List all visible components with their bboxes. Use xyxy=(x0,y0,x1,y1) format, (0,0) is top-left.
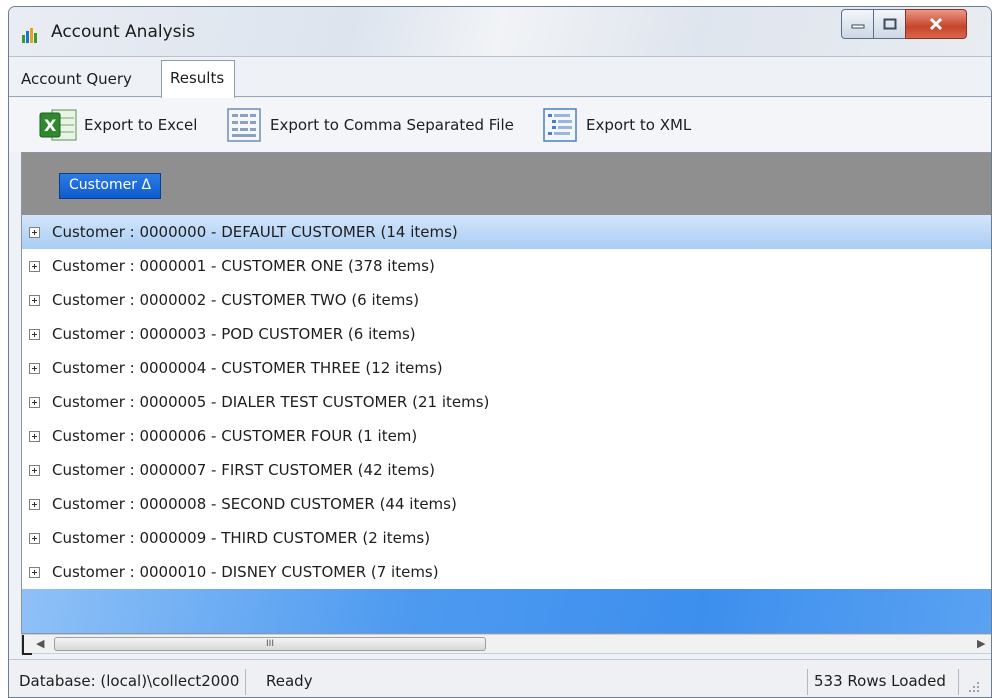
expand-icon[interactable] xyxy=(29,396,40,408)
csv-file-icon xyxy=(223,104,265,146)
expand-icon[interactable] xyxy=(29,464,40,476)
expand-icon[interactable] xyxy=(29,498,40,510)
status-state: Ready xyxy=(266,672,313,690)
grid-empty-area xyxy=(22,589,991,633)
export-csv-button[interactable]: Export to Comma Separated File xyxy=(223,104,514,146)
group-row[interactable]: Customer : 0000005 - DIALER TEST CUSTOME… xyxy=(22,385,991,419)
group-row[interactable]: Customer : 0000000 - DEFAULT CUSTOMER (1… xyxy=(22,215,991,249)
maximize-icon xyxy=(883,18,896,30)
expand-icon[interactable] xyxy=(29,260,40,272)
export-csv-label: Export to Comma Separated File xyxy=(270,116,514,134)
account-analysis-window: Account Analysis Account Query Results X xyxy=(8,6,992,698)
export-xml-label: Export to XML xyxy=(586,116,692,134)
excel-icon: X xyxy=(37,104,79,146)
group-row[interactable]: Customer : 0000009 - THIRD CUSTOMER (2 i… xyxy=(22,521,991,555)
group-row[interactable]: Customer : 0000001 - CUSTOMER ONE (378 i… xyxy=(22,249,991,283)
scroll-corner xyxy=(22,635,32,655)
title-bar: Account Analysis xyxy=(9,7,991,57)
group-row-label: Customer : 0000002 - CUSTOMER TWO (6 ite… xyxy=(52,291,420,309)
window-title: Account Analysis xyxy=(51,22,196,42)
group-row[interactable]: Customer : 0000010 - DISNEY CUSTOMER (7 … xyxy=(22,555,991,589)
group-row-label: Customer : 0000007 - FIRST CUSTOMER (42 … xyxy=(52,461,435,479)
status-rows-loaded: 533 Rows Loaded xyxy=(807,669,959,695)
group-row-label: Customer : 0000009 - THIRD CUSTOMER (2 i… xyxy=(52,529,431,547)
group-row[interactable]: Customer : 0000003 - POD CUSTOMER (6 ite… xyxy=(22,317,991,351)
status-bar: Database: (local)\collect2000 Ready 533 … xyxy=(9,659,991,697)
resize-grip-icon[interactable] xyxy=(967,680,981,694)
chart-icon xyxy=(22,28,37,43)
close-icon xyxy=(929,17,943,31)
tab-strip: Account Query Results xyxy=(9,59,991,98)
group-rows: Customer : 0000000 - DEFAULT CUSTOMER (1… xyxy=(22,215,991,589)
group-row[interactable]: Customer : 0000004 - CUSTOMER THREE (12 … xyxy=(22,351,991,385)
results-grid: Customer Δ Customer : 0000000 - DEFAULT … xyxy=(21,152,991,634)
expand-icon[interactable] xyxy=(29,226,40,238)
tab-account-query[interactable]: Account Query xyxy=(21,70,132,88)
group-row-label: Customer : 0000006 - CUSTOMER FOUR (1 it… xyxy=(52,427,418,445)
group-row-label: Customer : 0000008 - SECOND CUSTOMER (44… xyxy=(52,495,457,513)
group-row-label: Customer : 0000005 - DIALER TEST CUSTOME… xyxy=(52,393,490,411)
group-row-label: Customer : 0000004 - CUSTOMER THREE (12 … xyxy=(52,359,443,377)
export-excel-button[interactable]: X Export to Excel xyxy=(37,104,197,146)
tab-results[interactable]: Results xyxy=(161,60,236,98)
export-excel-label: Export to Excel xyxy=(84,116,198,134)
group-by-panel: Customer Δ xyxy=(22,153,991,215)
status-database: Database: (local)\collect2000 xyxy=(13,669,247,695)
group-row-label: Customer : 0000000 - DEFAULT CUSTOMER (1… xyxy=(52,223,458,241)
expand-icon[interactable] xyxy=(29,532,40,544)
horizontal-scrollbar[interactable]: ◀ III ▶ xyxy=(21,634,991,655)
group-row[interactable]: Customer : 0000002 - CUSTOMER TWO (6 ite… xyxy=(22,283,991,317)
group-row[interactable]: Customer : 0000008 - SECOND CUSTOMER (44… xyxy=(22,487,991,521)
expand-icon[interactable] xyxy=(29,566,40,578)
close-button[interactable] xyxy=(905,9,967,39)
group-row[interactable]: Customer : 0000007 - FIRST CUSTOMER (42 … xyxy=(22,453,991,487)
group-row[interactable]: Customer : 0000006 - CUSTOMER FOUR (1 it… xyxy=(22,419,991,453)
expand-icon[interactable] xyxy=(29,362,40,374)
expand-icon[interactable] xyxy=(29,294,40,306)
scroll-right-icon[interactable]: ▶ xyxy=(977,637,985,650)
scroll-left-icon[interactable]: ◀ xyxy=(36,637,44,650)
minimize-button[interactable] xyxy=(841,9,874,39)
export-toolbar: X Export to Excel Export to Comma Separa… xyxy=(9,98,991,152)
maximize-button[interactable] xyxy=(873,9,906,39)
group-row-label: Customer : 0000003 - POD CUSTOMER (6 ite… xyxy=(52,325,416,343)
expand-icon[interactable] xyxy=(29,328,40,340)
group-row-label: Customer : 0000010 - DISNEY CUSTOMER (7 … xyxy=(52,563,439,581)
scroll-thumb[interactable]: III xyxy=(54,637,486,651)
export-xml-button[interactable]: Export to XML xyxy=(539,104,691,146)
group-by-customer-chip[interactable]: Customer Δ xyxy=(59,173,162,199)
minimize-icon xyxy=(851,24,864,29)
group-row-label: Customer : 0000001 - CUSTOMER ONE (378 i… xyxy=(52,257,435,275)
xml-file-icon xyxy=(539,104,581,146)
svg-text:X: X xyxy=(44,116,57,135)
expand-icon[interactable] xyxy=(29,430,40,442)
